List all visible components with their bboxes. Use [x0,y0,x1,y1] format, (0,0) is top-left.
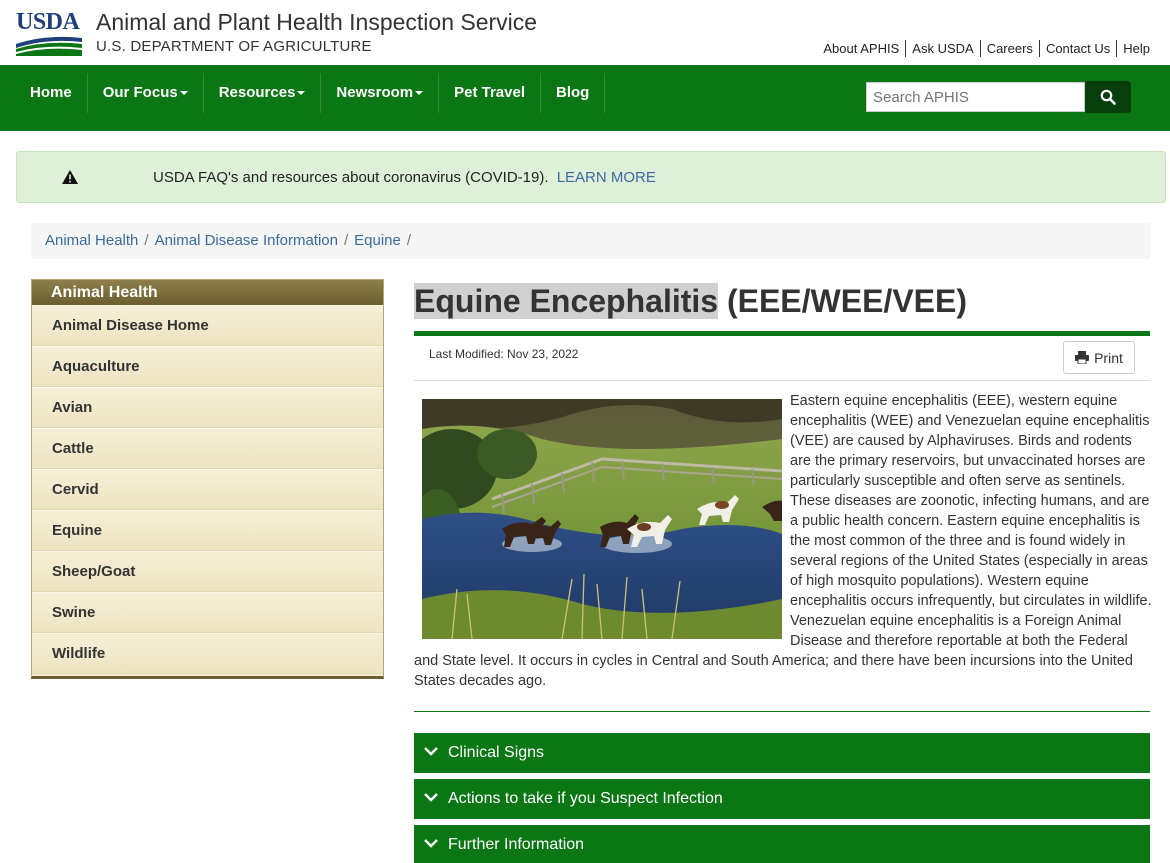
breadcrumb-separator: / [144,232,149,249]
department-name: U.S. DEPARTMENT OF AGRICULTURE [96,38,372,55]
usda-logo[interactable]: USDA [16,10,82,56]
nav-label: Pet Travel [454,84,525,101]
agency-name[interactable]: Animal and Plant Health Inspection Servi… [96,9,537,35]
sidebar-item-animal-disease-home[interactable]: Animal Disease Home [32,305,383,346]
sidebar-item-cattle[interactable]: Cattle [32,428,383,469]
accordion-actions-suspect-infection[interactable]: Actions to take if you Suspect Infection [414,779,1150,819]
nav-item-home[interactable]: Home [15,73,88,113]
usda-logo-field-icon [16,36,82,56]
main-nav: Home Our Focus Resources Newsroom Pet Tr… [0,65,1170,131]
utility-link-contact[interactable]: Contact Us [1038,40,1116,57]
caret-down-icon [415,91,424,96]
alert-message: USDA FAQ's and resources about coronavir… [153,169,656,186]
content-divider [414,711,1150,712]
page-title-highlight: Equine Encephalitis [414,283,719,319]
breadcrumb-separator: / [343,232,349,249]
nav-item-pet-travel[interactable]: Pet Travel [439,73,541,113]
caret-down-icon [297,91,306,96]
breadcrumb-separator: / [406,232,412,249]
nav-label: Home [30,84,72,101]
breadcrumb-animal-disease-information[interactable]: Animal Disease Information [155,232,338,249]
covid-alert-banner: USDA FAQ's and resources about coronavir… [16,151,1166,203]
nav-item-resources[interactable]: Resources [204,73,322,113]
nav-item-newsroom[interactable]: Newsroom [321,73,440,113]
last-modified: Last Modified: Nov 23, 2022 [429,347,579,361]
warning-icon [62,170,78,184]
breadcrumb: Animal Health / Animal Disease Information… [31,223,1151,259]
accordion-clinical-signs[interactable]: Clinical Signs [414,733,1150,773]
print-button[interactable]: Print [1063,341,1135,374]
learn-more-link[interactable]: LEARN MORE [557,169,656,186]
nav-item-our-focus[interactable]: Our Focus [88,73,204,113]
utility-link-ask-usda[interactable]: Ask USDA [905,40,979,57]
sidebar-item-avian[interactable]: Avian [32,387,383,428]
chevron-down-icon [424,747,438,756]
nav-label: Resources [218,84,296,101]
search-icon [1100,89,1116,105]
nav-label: Newsroom [336,84,414,101]
nav-item-blog[interactable]: Blog [541,73,606,113]
search-button[interactable] [1085,81,1131,113]
sidebar-item-cervid[interactable]: Cervid [32,469,383,510]
utility-link-help[interactable]: Help [1116,40,1156,57]
utility-nav: About APHIS Ask USDA Careers Contact Us … [817,40,1156,57]
intro-paragraph: Eastern equine encephalitis (EEE), weste… [414,391,1154,691]
chevron-down-icon [424,793,438,802]
search-input[interactable] [866,82,1085,112]
image-spacer [414,391,790,639]
sidebar-item-aquaculture[interactable]: Aquaculture [32,346,383,387]
sidebar-item-wildlife[interactable]: Wildlife [32,633,383,674]
utility-link-about[interactable]: About APHIS [817,40,905,57]
sidebar-item-swine[interactable]: Swine [32,592,383,633]
accordion-label: Clinical Signs [448,744,545,761]
breadcrumb-animal-health[interactable]: Animal Health [45,232,138,249]
page-meta-row: Last Modified: Nov 23, 2022 Print [414,336,1150,381]
nav-label: Blog [556,84,590,101]
nav-label: Our Focus [102,84,178,101]
accordion-further-information[interactable]: Further Information [414,825,1150,863]
page-title: Equine Encephalitis (EEE/WEE/VEE) [414,282,967,320]
print-icon [1075,351,1090,364]
page-title-rest: (EEE/WEE/VEE) [718,283,967,319]
sidebar-title[interactable]: Animal Health [32,280,383,305]
chevron-down-icon [424,839,438,848]
site-header: USDA Animal and Plant Health Inspection … [0,0,1170,65]
accordion-label: Actions to take if you Suspect Infection [448,790,723,807]
alert-text: USDA FAQ's and resources about coronavir… [153,169,549,186]
breadcrumb-equine[interactable]: Equine [354,232,401,249]
utility-link-careers[interactable]: Careers [979,40,1039,57]
usda-logo-text: USDA [16,9,80,35]
sidebar-item-sheep-goat[interactable]: Sheep/Goat [32,551,383,592]
accordion-label: Further Information [448,836,585,853]
sidebar-item-equine[interactable]: Equine [32,510,383,551]
caret-down-icon [179,91,188,96]
sidebar-nav: Animal Health Animal Disease Home Aquacu… [31,279,384,679]
print-label: Print [1094,349,1123,366]
